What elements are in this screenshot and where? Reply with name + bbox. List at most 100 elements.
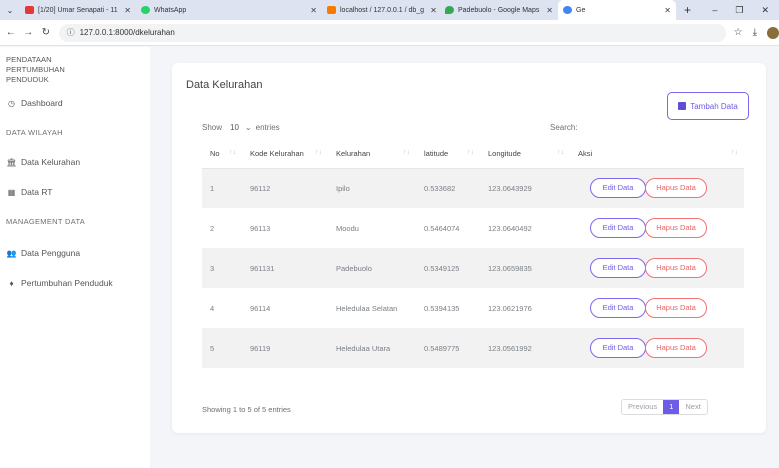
delete-button[interactable]: Hapus Data (645, 258, 707, 278)
table-row: 3 961131 Padebuolo 0.5349125 123.0659835… (202, 248, 744, 288)
edit-button[interactable]: Edit Data (590, 218, 646, 238)
sidebar-item-kelurahan[interactable]: 🏛 Data Kelurahan (6, 157, 80, 167)
sidebar-item-pengguna[interactable]: 👥 Data Pengguna (6, 248, 81, 258)
window-controls: – ❐ ✕ (712, 5, 779, 16)
tab-search-icon[interactable]: ⌄ (0, 6, 20, 15)
delete-button[interactable]: Hapus Data (645, 218, 707, 238)
url-field[interactable]: ⓘ 127.0.0.1:8000/dkelurahan (58, 23, 726, 42)
tab-title: WhatsApp (154, 6, 187, 14)
sort-icon: ↑↓ (403, 149, 410, 156)
pagination: Previous 1 Next (621, 399, 708, 415)
delete-button[interactable]: Hapus Data (645, 338, 707, 358)
site-info-icon[interactable]: ⓘ (67, 27, 75, 38)
add-data-button[interactable]: Tambah Data (667, 92, 749, 120)
browser-tab-1[interactable]: [1/20] Umar Senapati - 11 ✕ (20, 0, 136, 20)
cell-kode: 96119 (242, 328, 328, 368)
back-icon[interactable]: ← (4, 27, 18, 38)
edit-button[interactable]: Edit Data (590, 258, 646, 278)
cell-longitude: 123.0659835 (480, 248, 570, 288)
browser-tab-4[interactable]: Padebuolo - Google Maps ✕ (440, 0, 558, 20)
cell-no: 5 (202, 328, 242, 368)
pagination-next[interactable]: Next (679, 400, 706, 414)
dashboard-icon: ◷ (8, 98, 15, 108)
cell-kode: 96112 (242, 168, 328, 208)
cell-kelurahan: Heledulaa Utara (328, 328, 416, 368)
cell-kelurahan: Moodu (336, 223, 359, 233)
show-label: Show (202, 123, 223, 132)
maps-pin-icon (445, 6, 454, 14)
growth-icon: ♦ (9, 278, 14, 288)
forward-icon[interactable]: → (22, 27, 36, 38)
pagination-page-current[interactable]: 1 (663, 400, 680, 414)
delete-button[interactable]: Hapus Data (645, 178, 707, 199)
edit-button[interactable]: Edit Data (590, 338, 646, 358)
cell-kelurahan: Ipilo (328, 168, 416, 208)
new-tab-icon[interactable]: + (676, 3, 699, 17)
entries-select[interactable]: 10 (230, 123, 239, 132)
phpmyadmin-icon (327, 6, 336, 14)
profile-avatar[interactable] (767, 26, 779, 39)
cell-kelurahan: Heledulaa Selatan (336, 303, 398, 313)
cell-longitude: 123.0643929 (480, 168, 570, 208)
entries-label: entries (255, 123, 280, 132)
cell-aksi: Edit Data Hapus Data (570, 248, 744, 288)
column-header-kode[interactable]: Kode Kelurahan ↑↓ (242, 139, 328, 169)
sidebar-item-label: Data RT (21, 187, 53, 197)
cell-latitude: 0.5394135 (424, 303, 460, 313)
column-header-kelurahan[interactable]: Kelurahan ↑↓ (328, 139, 416, 169)
minimize-icon[interactable]: – (712, 5, 717, 16)
browser-tab-2[interactable]: WhatsApp ✕ (136, 0, 322, 20)
entries-length-control: Show 10 ⌄ entries (202, 123, 280, 132)
edit-button[interactable]: Edit Data (590, 298, 646, 318)
plus-square-icon (678, 102, 687, 110)
table-icon: ▦ (7, 187, 16, 197)
pagination-previous[interactable]: Previous (622, 400, 663, 414)
table-row: 2 96113 Moodu 0.5464074 123.0640492 Edit… (202, 208, 744, 248)
cell-aksi: Edit Data Hapus Data (570, 208, 744, 248)
sidebar-item-label: Dashboard (21, 98, 63, 108)
sort-icon: ↑↓ (229, 149, 236, 156)
building-icon: 🏛 (6, 157, 17, 167)
reload-icon[interactable]: ↻ (39, 27, 53, 38)
tab-favicon-icon (25, 6, 34, 14)
restore-icon[interactable]: ❐ (735, 5, 743, 16)
column-header-latitude[interactable]: latitude ↑↓ (416, 139, 480, 169)
sidebar-item-dashboard[interactable]: ◷ Dashboard (6, 98, 63, 108)
cell-latitude: 0.5349125 (416, 248, 480, 288)
bookmark-star-icon[interactable]: ☆ (734, 27, 743, 38)
tab-title: Padebuolo - Google Maps (458, 6, 540, 14)
users-icon: 👥 (6, 248, 17, 258)
close-icon[interactable]: ✕ (540, 6, 553, 15)
sort-icon: ↑↓ (557, 149, 564, 156)
sort-icon: ↑↓ (315, 149, 322, 156)
cell-latitude: 0.5489775 (416, 328, 480, 368)
browser-tab-3[interactable]: localhost / 127.0.0.1 / db_g ✕ (322, 0, 440, 20)
sidebar: PENDATAAN PERTUMBUHAN PENDUDUK ◷ Dashboa… (0, 47, 150, 468)
table-row: 5 96119 Heledulaa Utara 0.5489775 123.05… (202, 328, 744, 368)
column-header-aksi[interactable]: Aksi ↑↓ (570, 139, 744, 169)
cell-kelurahan: Padebuolo (328, 248, 416, 288)
close-icon[interactable]: ✕ (658, 6, 671, 15)
column-header-no[interactable]: No ↑↓ (202, 139, 242, 169)
page-title: Data Kelurahan (186, 79, 263, 91)
sidebar-item-pertumbuhan[interactable]: ♦ Pertumbuhan Penduduk (6, 278, 112, 288)
tab-title: [1/20] Umar Senapati - 11 (38, 6, 118, 14)
sidebar-item-label: Data Pengguna (21, 248, 81, 258)
cell-longitude: 123.0621976 (488, 303, 532, 313)
column-header-longitude[interactable]: Longitude ↑↓ (480, 139, 570, 169)
sidebar-item-label: Data Kelurahan (21, 157, 81, 167)
close-icon[interactable]: ✕ (424, 6, 437, 15)
edit-button[interactable]: Edit Data (590, 178, 646, 199)
cell-longitude: 123.0561992 (480, 328, 570, 368)
cell-aksi: Edit Data Hapus Data (570, 168, 744, 208)
download-icon[interactable]: ⤓ (753, 27, 757, 38)
sidebar-item-rt[interactable]: ▦ Data RT (6, 187, 53, 197)
close-icon[interactable]: ✕ (304, 6, 317, 15)
sidebar-section-wilayah: DATA WILAYAH (6, 128, 63, 137)
browser-tab-5-active[interactable]: Ge ✕ (558, 0, 676, 20)
sort-icon: ↑↓ (731, 149, 738, 156)
close-window-icon[interactable]: ✕ (761, 5, 769, 16)
close-icon[interactable]: ✕ (118, 6, 131, 15)
tab-title: localhost / 127.0.0.1 / db_g (340, 6, 425, 14)
delete-button[interactable]: Hapus Data (645, 298, 707, 318)
